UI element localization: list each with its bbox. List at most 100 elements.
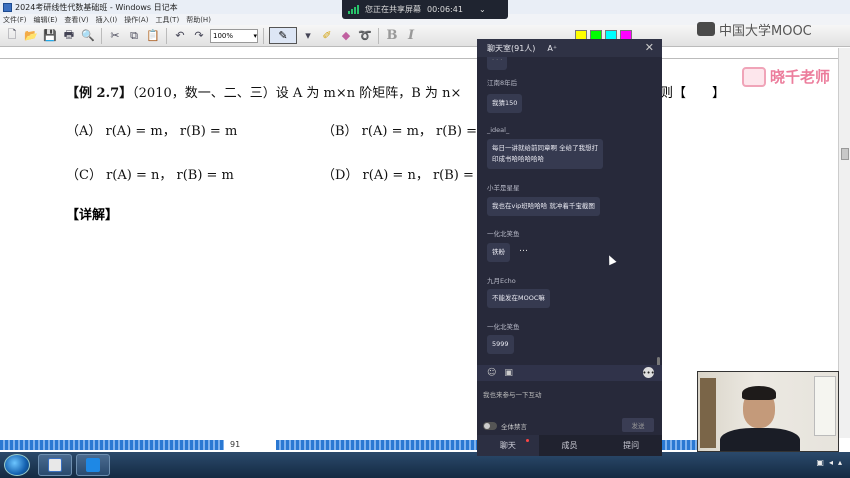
chat-input-area[interactable]: 我也来参与一下互动 全体禁言 发送 — [477, 381, 662, 435]
mooc-logo-text: 中国大学MOOC — [719, 23, 812, 39]
print-icon[interactable]: 🖶 — [61, 28, 77, 44]
tray-expand-icon[interactable]: ▴ — [838, 458, 842, 467]
taskbar-journal-app[interactable] — [38, 454, 72, 476]
option-a: （A） r(A) = m， r(B) = m — [66, 124, 238, 139]
highlighter-icon[interactable]: ✐ — [319, 28, 335, 44]
chat-bubble: · · · — [487, 57, 508, 70]
tab-chat[interactable]: 聊天 — [477, 435, 539, 456]
menu-tools[interactable]: 工具(T) — [155, 15, 179, 25]
toolbar-divider — [263, 27, 264, 44]
find-icon[interactable]: 🔍 — [80, 28, 96, 44]
menu-insert[interactable]: 插入(I) — [96, 15, 118, 25]
chevron-down-icon: ▾ — [253, 31, 257, 40]
undo-icon[interactable]: ↶ — [172, 28, 188, 44]
tab-chat-label: 聊天 — [499, 441, 516, 450]
bold-icon[interactable]: B — [384, 28, 400, 44]
option-b: （B） r(A) = m， r(B) = — [322, 124, 477, 139]
chat-messages[interactable]: · · · 江南8年后 我猜150 _ideal_ 每日一讲就给前同章啊 全给了… — [477, 57, 662, 365]
message-bubble: 不能发在MOOC嘛 — [487, 289, 550, 308]
start-button[interactable] — [4, 454, 30, 476]
pen-icon: ✎ — [278, 29, 288, 42]
screen-share-indicator: 您正在共享屏幕 00:06:41 ⌄ — [342, 0, 508, 19]
journal-app-icon — [48, 458, 62, 472]
tab-members[interactable]: 成员 — [539, 435, 601, 456]
teacher-logo: 晓千老师 — [742, 66, 830, 87]
menu-file[interactable]: 文件(F) — [3, 15, 27, 25]
unread-dot — [525, 439, 529, 442]
mooc-logo: 中国大学MOOC — [697, 18, 827, 40]
example-text: （2010，数一、二、三）设 A 为 m×n 阶矩阵，B 为 n× — [132, 86, 462, 101]
message-user: 一化北笑鱼 — [487, 230, 520, 238]
share-timer: 00:06:41 — [427, 5, 463, 14]
tab-questions-label: 提问 — [623, 441, 640, 450]
chat-tabs: 聊天 成员 提问 — [477, 435, 662, 456]
zoom-select[interactable]: 100% ▾ — [210, 28, 258, 43]
tab-questions[interactable]: 提问 — [600, 435, 662, 456]
teacher-logo-text: 晓千老师 — [770, 68, 831, 86]
new-note-icon[interactable]: 🗋 — [4, 28, 20, 44]
cut-icon[interactable]: ✂ — [107, 28, 123, 44]
toolbar-divider — [101, 27, 102, 44]
teacher-logo-icon — [742, 66, 766, 87]
chat-input[interactable]: 我也来参与一下互动 — [483, 389, 542, 399]
redo-icon[interactable]: ↷ — [191, 28, 207, 44]
toolbar-divider — [378, 27, 379, 44]
zoom-value: 100% — [213, 31, 234, 40]
more-icon[interactable]: ••• — [642, 367, 655, 378]
message-bubble: 5999 — [487, 335, 514, 354]
network-icon[interactable]: ▣ — [816, 458, 824, 467]
message-user: 江南8年后 — [487, 79, 518, 87]
tab-members-label: 成员 — [561, 441, 578, 450]
save-icon[interactable]: 💾 — [42, 28, 58, 44]
send-button[interactable]: 发送 — [622, 418, 654, 432]
presenter-hair — [742, 386, 776, 400]
window-title: 2024考研线性代数基础班 - Windows 日记本 — [15, 2, 178, 12]
image-icon[interactable]: ▣ — [504, 368, 513, 378]
bookshelf — [700, 378, 716, 448]
message-user: 小羊是星星 — [487, 184, 520, 192]
message-bubble: 铁粉 — [487, 243, 510, 262]
font-size-button[interactable]: A⁺ — [547, 44, 557, 53]
mute-all-toggle[interactable] — [483, 422, 497, 430]
lasso-icon[interactable]: ➰ — [357, 28, 373, 44]
paste-icon[interactable]: 📋 — [145, 28, 161, 44]
menu-help[interactable]: 帮助(H) — [186, 15, 211, 25]
pen-options-icon[interactable]: ▾ — [300, 28, 316, 44]
emoji-icon[interactable]: ☺ — [487, 368, 496, 378]
page-strip-right-2[interactable] — [662, 440, 697, 450]
option-c: （C） r(A) = n， r(B) = m — [66, 168, 234, 183]
page-rule — [0, 58, 838, 59]
vertical-scrollbar[interactable] — [838, 48, 850, 438]
open-icon[interactable]: 📂 — [23, 28, 39, 44]
chevron-down-icon[interactable]: ⌄ — [479, 5, 486, 14]
webcam-video — [697, 371, 839, 452]
taskbar: ▣ ◂ ▴ — [0, 452, 850, 478]
scrollbar-thumb[interactable] — [841, 148, 849, 160]
message-bubble: 我也在vip班哈哈哈 就冲着千宝截图 — [487, 197, 600, 216]
option-d: （D） r(A) = n， r(B) = — [322, 168, 474, 183]
message-user: 一化北笑鱼 — [487, 323, 520, 331]
italic-icon[interactable]: I — [403, 28, 419, 44]
menu-actions[interactable]: 操作(A) — [124, 15, 148, 25]
page-strip-right[interactable] — [276, 440, 477, 450]
chat-title: 聊天室(91人) — [487, 43, 536, 53]
volume-icon[interactable]: ◂ — [829, 458, 833, 467]
chat-toolbar: ☺ ▣ ••• — [477, 365, 662, 381]
message-bubble: 我猜150 — [487, 94, 523, 113]
detail-heading: 【详解】 — [66, 208, 119, 223]
page-strip-left[interactable] — [0, 440, 224, 450]
menu-view[interactable]: 查看(V) — [64, 15, 88, 25]
copy-icon[interactable]: ⧉ — [126, 28, 142, 44]
p-app-icon — [86, 458, 100, 472]
taskbar-p-app[interactable] — [76, 454, 110, 476]
screen: 2024考研线性代数基础班 - Windows 日记本 文件(F) 编辑(E) … — [0, 0, 850, 478]
chat-scrollbar[interactable] — [657, 357, 660, 365]
presenter-body — [720, 428, 800, 451]
pen-tool-button[interactable]: ✎ — [269, 27, 297, 44]
menu-edit[interactable]: 编辑(E) — [34, 15, 58, 25]
eraser-icon[interactable]: ◆ — [338, 28, 354, 44]
background-window — [814, 376, 836, 436]
mute-all-label: 全体禁言 — [501, 423, 527, 431]
close-icon[interactable]: ✕ — [645, 41, 654, 54]
mute-all-row: 全体禁言 — [483, 421, 527, 431]
